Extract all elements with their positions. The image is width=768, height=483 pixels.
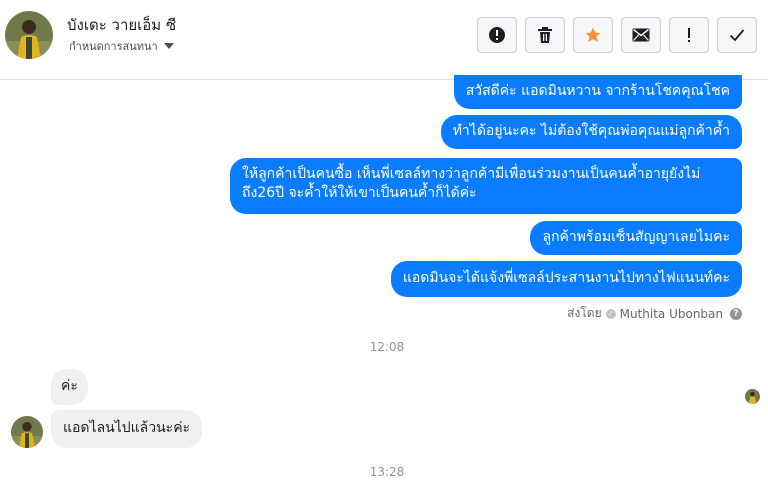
outgoing-message[interactable]: ให้ลูกค้าเป็นคนซื้อ เห็นพี่เซลล์ทางว่าลู… [230, 158, 742, 214]
trash-icon [538, 27, 552, 43]
contact-name[interactable]: บังเดะ วายเอ็ม ซี [67, 13, 176, 37]
sender-avatar[interactable] [11, 416, 43, 448]
seen-receipt-avatar [745, 389, 760, 404]
caret-down-icon [163, 43, 174, 49]
check-icon [729, 29, 745, 42]
star-icon [585, 27, 601, 43]
conversation-settings-dropdown[interactable]: กำหนดการสนทนา [69, 37, 174, 55]
alert-circle-icon [489, 27, 505, 43]
exclamation-icon [688, 28, 690, 42]
contact-avatar[interactable] [5, 11, 53, 59]
star-button[interactable] [573, 17, 613, 53]
incoming-message[interactable]: ค่ะ [51, 369, 88, 405]
message-timestamp: 13:28 [369, 465, 405, 479]
help-icon[interactable]: ? [730, 307, 742, 320]
delete-button[interactable] [525, 17, 565, 53]
flag-button[interactable] [669, 17, 709, 53]
sent-by-label: ส่งโดย [567, 306, 602, 320]
envelope-icon [632, 28, 650, 42]
check-circle-icon: ✓ [605, 308, 616, 319]
outgoing-message[interactable]: ลูกค้าพร้อมเซ็นสัญญาเลยไมคะ [530, 221, 742, 255]
conversation-settings-label: กำหนดการสนทนา [69, 40, 158, 53]
sent-by-info: ส่งโดย ✓ Muthita Ubonban ? [567, 304, 742, 323]
mark-done-button[interactable] [717, 17, 757, 53]
conversation-header: บังเดะ วายเอ็ม ซี กำหนดการสนทนา [0, 0, 768, 80]
report-button[interactable] [477, 17, 517, 53]
sender-name: Muthita Ubonban [619, 306, 723, 321]
incoming-message[interactable]: แอดไลนไปแล้วนะค่ะ [51, 410, 203, 448]
outgoing-message[interactable]: ทำได้อยู่นะคะ ไม่ต้องใช้คุณพ่อคุณแม่ลูกค… [440, 115, 742, 149]
header-toolbar [477, 17, 757, 53]
mark-unread-button[interactable] [621, 17, 661, 53]
outgoing-message[interactable]: แอดมินจะได้แจ้งพี่เซลล์ประสานงานไปทางไฟแ… [390, 261, 742, 297]
message-timestamp: 12:08 [369, 340, 405, 354]
outgoing-message[interactable]: สวัสดีค่ะ แอดมินหวาน จากร้านโชคคุณโชค [453, 75, 742, 109]
